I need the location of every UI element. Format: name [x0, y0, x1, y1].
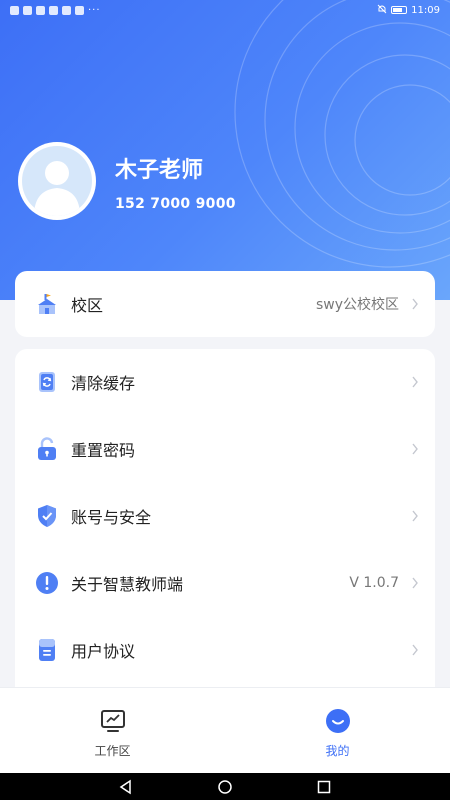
unlock-icon [38, 437, 56, 460]
campus-card: 校区 swy公校校区 [15, 271, 435, 337]
chevron-right-icon [412, 644, 418, 656]
chevron-right-icon [412, 376, 418, 388]
status-bar: ··· 11:09 [0, 0, 450, 20]
system-nav-bar [0, 773, 450, 800]
status-right: 11:09 [377, 4, 440, 17]
search-notification-icon [49, 5, 58, 15]
bottom-tab-bar: 工作区 我的 [0, 687, 450, 773]
chevron-right-icon [412, 443, 418, 455]
recents-square-icon[interactable] [316, 779, 332, 795]
clear-cache-icon [39, 372, 55, 392]
status-left: ··· [10, 5, 101, 16]
menu-item-reset-password[interactable]: 重置密码 [15, 416, 435, 482]
campus-row[interactable]: 校区 swy公校校区 [15, 271, 435, 337]
menu-item-about[interactable]: 关于智慧教师端 V 1.0.7 [15, 550, 435, 616]
message-notification-icon [75, 5, 84, 15]
teacher-name: 木子老师 [115, 158, 204, 183]
tab-workspace[interactable]: 工作区 [0, 688, 225, 774]
back-triangle-icon[interactable] [118, 779, 134, 795]
chevron-right-icon [412, 298, 418, 310]
chevron-right-icon [412, 510, 418, 522]
location-icon [23, 5, 32, 15]
tablet-notification-icon [62, 5, 71, 15]
menu-item-clear-cache[interactable]: 清除缓存 [15, 349, 435, 415]
app-notification-icon [36, 5, 45, 15]
tab-label: 我的 [325, 744, 350, 758]
home-circle-icon[interactable] [217, 779, 233, 795]
wifi-icon [10, 5, 19, 15]
menu-item-label: 清除缓存 [71, 374, 136, 393]
menu-item-label: 关于智慧教师端 [71, 575, 184, 594]
mute-icon [377, 4, 387, 17]
more-notifications: ··· [88, 4, 101, 16]
shield-check-icon [38, 505, 56, 527]
clock: 11:09 [411, 4, 440, 16]
tab-label: 工作区 [94, 744, 131, 758]
info-exclamation-icon [36, 572, 58, 594]
battery-icon [391, 6, 408, 14]
campus-value: swy公校校区 [315, 297, 399, 313]
campus-label: 校区 [71, 296, 104, 315]
menu-item-account-security[interactable]: 账号与安全 [15, 483, 435, 549]
monitor-chart-icon [100, 710, 125, 732]
chevron-right-icon [412, 577, 418, 589]
teacher-phone: 152 7000 9000 [115, 196, 236, 212]
school-building-icon [38, 294, 56, 314]
tab-mine[interactable]: 我的 [225, 688, 450, 774]
document-icon [39, 639, 55, 661]
avatar[interactable] [18, 142, 96, 220]
app-version: V 1.0.7 [349, 575, 399, 591]
settings-menu-card: 清除缓存 重置密码 账号与安全 关于智慧教师端 V 1.0.7 用户协议 [15, 349, 435, 709]
menu-item-label: 重置密码 [71, 441, 136, 460]
menu-item-label: 用户协议 [71, 642, 136, 661]
smile-face-icon [325, 709, 350, 733]
menu-item-user-agreement[interactable]: 用户协议 [15, 617, 435, 683]
avatar-placeholder-icon [22, 146, 92, 216]
menu-item-label: 账号与安全 [71, 508, 152, 527]
